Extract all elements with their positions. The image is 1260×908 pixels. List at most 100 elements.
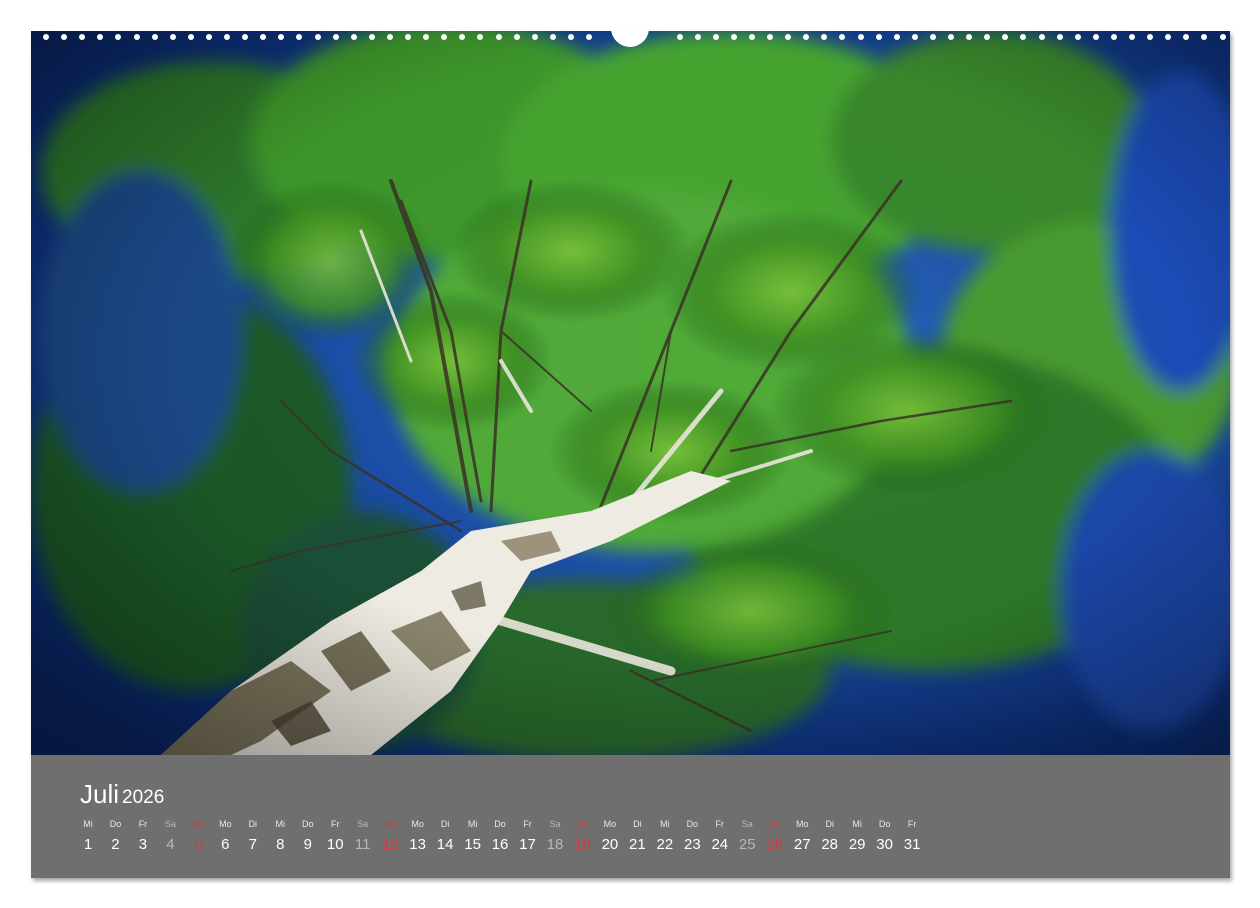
binding-hole	[441, 34, 448, 40]
binding-hole	[1002, 34, 1009, 40]
birch-tree-photo	[31, 31, 1230, 755]
binding-hole	[151, 34, 158, 40]
binding-hole	[966, 34, 973, 40]
day-number: 22	[656, 836, 674, 853]
binding-hole	[169, 34, 176, 40]
weekday-label: Fr	[907, 819, 917, 829]
binding-hole	[296, 34, 303, 40]
day-number: 17	[519, 836, 536, 853]
day-number: 29	[848, 836, 866, 853]
day-number: 2	[111, 836, 120, 853]
day-number: 12	[381, 836, 399, 853]
binding-hole	[1074, 34, 1081, 40]
binding-hole	[1147, 34, 1154, 40]
day-cell: Mi 8	[266, 819, 294, 853]
day-number: 7	[248, 836, 257, 853]
weekday-label: Do	[494, 819, 506, 829]
day-cell: Fr 10	[321, 819, 349, 853]
weekday-label: Sa	[357, 819, 369, 829]
binding-hole	[586, 34, 592, 40]
day-number: 18	[546, 836, 564, 853]
day-number: 28	[821, 836, 839, 853]
binding-hole	[423, 34, 430, 40]
day-cell: Mo 20	[596, 819, 624, 853]
day-cell: Mi 15	[459, 819, 487, 853]
binding-hole	[839, 34, 846, 40]
day-number: 10	[326, 836, 344, 853]
day-number: 15	[464, 836, 481, 853]
month-year: 2026	[122, 787, 165, 808]
day-number: 26	[766, 836, 784, 853]
binding-hole	[43, 34, 49, 40]
day-number: 1	[83, 836, 93, 853]
day-cell: Do 23	[678, 819, 706, 853]
day-number: 6	[221, 836, 230, 853]
day-number: 19	[574, 836, 591, 853]
weekday-label: Di	[440, 819, 450, 829]
binding-hole	[531, 34, 538, 40]
day-number: 9	[303, 836, 312, 853]
day-number: 13	[409, 836, 426, 853]
binding-hole	[821, 34, 828, 40]
weekday-label: Do	[878, 819, 891, 829]
binding-hole	[1219, 34, 1226, 40]
binding-hole	[224, 34, 230, 40]
day-cell: So 12	[376, 819, 404, 853]
day-cell: Fr 24	[706, 819, 734, 853]
weekday-label: Do	[301, 819, 314, 829]
binding-hole	[1092, 34, 1099, 40]
binding-hole	[405, 34, 411, 40]
weekday-label: Sa	[549, 819, 561, 829]
day-number: 8	[276, 836, 285, 853]
day-cell: Sa 18	[541, 819, 569, 853]
binding-hole	[133, 34, 140, 40]
binding-hole	[785, 34, 792, 40]
day-number: 20	[601, 836, 619, 853]
weekday-label: Fr	[138, 819, 148, 829]
day-cell: Do 2	[101, 819, 129, 853]
day-number: 3	[138, 836, 148, 853]
weekday-label: Sa	[164, 819, 176, 829]
day-number: 5	[193, 836, 203, 853]
weekday-label: Fr	[523, 819, 532, 829]
binding-hole	[260, 34, 267, 40]
binding-hole	[1129, 34, 1135, 40]
weekday-label: Do	[686, 819, 699, 829]
binding-hole	[929, 34, 936, 40]
binding-hole	[1020, 34, 1027, 40]
day-cell: Mo 13	[404, 819, 432, 853]
binding-hole	[278, 34, 285, 40]
binding-hole	[97, 34, 104, 40]
binding-hole	[242, 34, 249, 40]
binding-hole	[549, 34, 556, 40]
weekday-label: Mi	[467, 819, 478, 829]
day-number: 25	[738, 836, 756, 853]
binding-hole	[676, 34, 683, 40]
binding-hole	[513, 34, 520, 40]
day-number: 4	[166, 836, 175, 853]
weekday-label: Di	[248, 819, 258, 829]
binding-hole	[984, 34, 991, 40]
weekday-label: So	[576, 819, 588, 829]
weekday-label: Mo	[603, 819, 617, 829]
binding-hole	[495, 34, 502, 40]
binding-hole	[857, 34, 864, 40]
calendar-page: Juli 2026 Mi 1 Do 2 Fr 3 Sa 4 So 5 Mo 6 Di 7 Mi 8 Do 9 Fr 10…	[31, 31, 1230, 878]
binding-hole	[875, 34, 882, 40]
weekday-label: Di	[633, 819, 642, 829]
day-cell: Sa 11	[349, 819, 377, 853]
day-number: 23	[683, 836, 701, 853]
day-number: 16	[491, 836, 509, 853]
binding-hole	[1038, 34, 1045, 40]
weekday-label: Sa	[741, 819, 753, 829]
day-number: 24	[711, 836, 729, 853]
day-number: 21	[629, 836, 646, 853]
birch-tree-icon	[31, 31, 1230, 755]
binding-hole	[79, 34, 86, 40]
binding-hole	[694, 34, 701, 40]
day-cell: Sa 25	[733, 819, 761, 853]
binding-hole	[712, 34, 719, 40]
weekday-label: Mi	[660, 819, 670, 829]
weekday-label: Mi	[83, 819, 93, 829]
day-number: 11	[354, 836, 371, 853]
